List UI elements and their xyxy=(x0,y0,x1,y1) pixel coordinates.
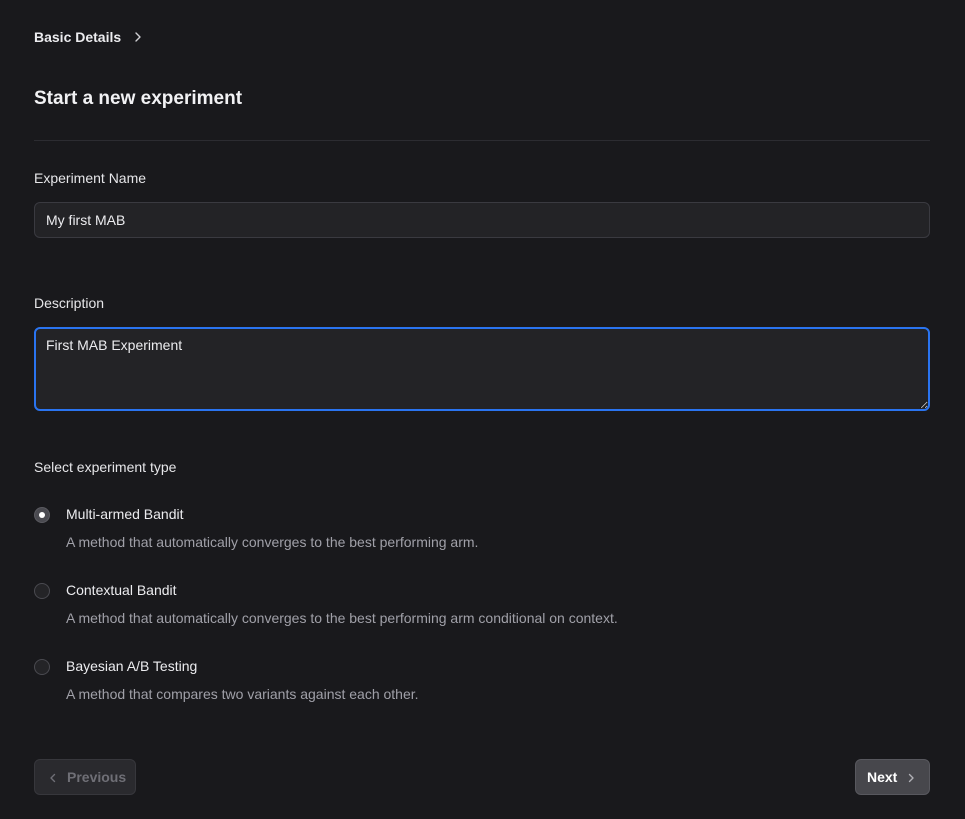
option-description: A method that compares two variants agai… xyxy=(66,686,419,702)
option-description: A method that automatically converges to… xyxy=(66,610,618,626)
option-title: Bayesian A/B Testing xyxy=(66,658,198,674)
chevron-right-icon xyxy=(905,771,917,783)
experiment-type-label: Select experiment type xyxy=(34,459,177,475)
divider xyxy=(34,140,930,141)
option-title: Multi-armed Bandit xyxy=(66,506,184,522)
radio-contextual-bandit[interactable] xyxy=(34,583,50,599)
option-contextual-bandit[interactable]: Contextual Bandit A method that automati… xyxy=(34,582,734,633)
breadcrumb: Basic Details xyxy=(34,29,145,45)
description-label: Description xyxy=(34,295,105,311)
experiment-page: Basic Details Start a new experiment Exp… xyxy=(0,0,965,819)
experiment-name-label: Experiment Name xyxy=(34,170,147,186)
radio-multi-armed-bandit[interactable] xyxy=(34,507,50,523)
experiment-name-input[interactable] xyxy=(34,202,930,238)
chevron-left-icon xyxy=(47,771,59,783)
previous-button[interactable]: Previous xyxy=(34,759,136,795)
option-multi-armed-bandit[interactable]: Multi-armed Bandit A method that automat… xyxy=(34,506,734,557)
chevron-right-icon xyxy=(131,30,145,44)
page-title: Start a new experiment xyxy=(34,88,243,109)
breadcrumb-item-basic-details[interactable]: Basic Details xyxy=(34,29,121,45)
option-title: Contextual Bandit xyxy=(66,582,177,598)
previous-button-label: Previous xyxy=(67,769,127,785)
option-description: A method that automatically converges to… xyxy=(66,534,479,550)
radio-bayesian-ab-testing[interactable] xyxy=(34,659,50,675)
option-bayesian-ab-testing[interactable]: Bayesian A/B Testing A method that compa… xyxy=(34,658,734,709)
next-button-label: Next xyxy=(867,769,898,785)
description-textarea[interactable]: First MAB Experiment xyxy=(34,327,930,411)
next-button[interactable]: Next xyxy=(855,759,930,795)
